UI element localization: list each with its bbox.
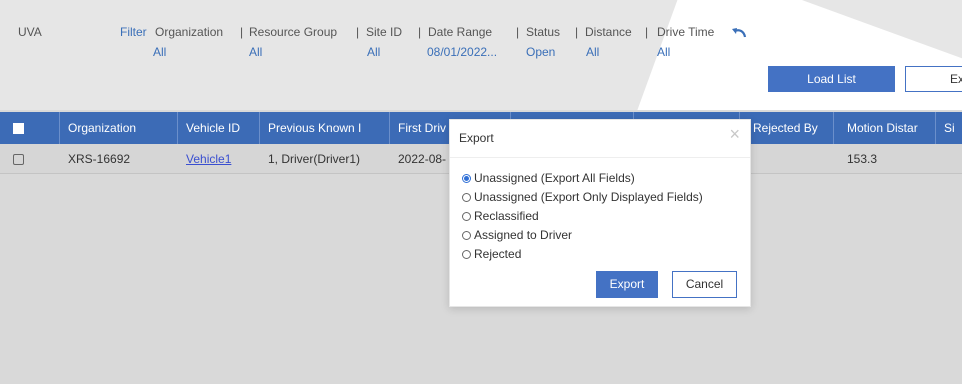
option-label: Unassigned (Export All Fields) (474, 171, 635, 185)
col-previous-known[interactable]: Previous Known I (260, 112, 390, 144)
radio-icon[interactable] (462, 211, 471, 221)
filter-status-value[interactable]: Open (526, 45, 555, 59)
filter-site-id-label[interactable]: Site ID (366, 25, 402, 39)
filter-distance-label[interactable]: Distance (585, 25, 632, 39)
radio-icon[interactable] (462, 173, 471, 183)
filter-distance-value[interactable]: All (586, 45, 599, 59)
filter-bar: UVA Filter Organization | All Resource G… (0, 0, 962, 383)
filter-drive-time-value[interactable]: All (657, 45, 670, 59)
dialog-cancel-button[interactable]: Cancel (672, 271, 737, 298)
dialog-title: Export (459, 131, 494, 145)
row-checkbox[interactable] (13, 154, 24, 165)
option-label: Rejected (474, 247, 522, 261)
col-rejected-by[interactable]: Rejected By (740, 112, 834, 144)
cell-motion-distance: 153.3 (847, 152, 878, 166)
export-dialog: Export × Unassigned (Export All Fields) … (449, 119, 751, 307)
dialog-divider (450, 157, 750, 158)
select-all-checkbox[interactable] (13, 123, 24, 134)
vehicle-link[interactable]: Vehicle1 (186, 152, 231, 166)
filter-separator: | (418, 25, 422, 39)
option-reclassified[interactable]: Reclassified (462, 209, 539, 223)
filter-resource-group-label[interactable]: Resource Group (249, 25, 337, 39)
option-label: Unassigned (Export Only Displayed Fields… (474, 190, 703, 204)
undo-arrow-icon[interactable] (731, 26, 747, 38)
col-vehicle-id[interactable]: Vehicle ID (178, 112, 260, 144)
option-label: Assigned to Driver (474, 228, 573, 242)
filter-organization-label[interactable]: Organization (155, 25, 223, 39)
cell-organization: XRS-16692 (68, 152, 131, 166)
col-site[interactable]: Si (936, 112, 962, 144)
filter-resource-group-value[interactable]: All (249, 45, 262, 59)
filter-separator: | (240, 25, 244, 39)
option-unassigned-displayed[interactable]: Unassigned (Export Only Displayed Fields… (462, 190, 703, 204)
load-list-button[interactable]: Load List (768, 66, 895, 92)
cell-previous-known: 1, Driver(Driver1) (268, 152, 361, 166)
row-select-cell (0, 144, 60, 174)
radio-icon[interactable] (462, 192, 471, 202)
radio-icon[interactable] (462, 249, 471, 259)
filter-site-id-value[interactable]: All (367, 45, 380, 59)
option-unassigned-all[interactable]: Unassigned (Export All Fields) (462, 171, 635, 185)
dialog-export-button[interactable]: Export (596, 271, 658, 298)
filter-drive-time-label[interactable]: Drive Time (657, 25, 714, 39)
filter-separator: | (516, 25, 520, 39)
app-label: UVA (18, 25, 42, 39)
option-assigned-to-driver[interactable]: Assigned to Driver (462, 228, 572, 242)
filter-separator: | (645, 25, 649, 39)
filter-separator: | (575, 25, 579, 39)
cell-vehicle-id: Vehicle1 (178, 144, 260, 174)
col-organization[interactable]: Organization (60, 112, 178, 144)
filter-date-range-label[interactable]: Date Range (428, 25, 492, 39)
option-rejected[interactable]: Rejected (462, 247, 521, 261)
cell-first-drive: 2022-08- (398, 152, 447, 166)
filter-organization-value[interactable]: All (153, 45, 166, 59)
radio-icon[interactable] (462, 230, 471, 240)
filter-separator: | (356, 25, 360, 39)
filter-link[interactable]: Filter (120, 25, 147, 39)
option-label: Reclassified (474, 209, 539, 223)
filter-date-range-value[interactable]: 08/01/2022... (427, 45, 497, 59)
export-button[interactable]: Ex (905, 66, 962, 92)
close-icon[interactable]: × (729, 124, 740, 145)
filter-status-label[interactable]: Status (526, 25, 560, 39)
select-all-header (0, 112, 60, 144)
col-motion-distance[interactable]: Motion Distar (834, 112, 936, 144)
